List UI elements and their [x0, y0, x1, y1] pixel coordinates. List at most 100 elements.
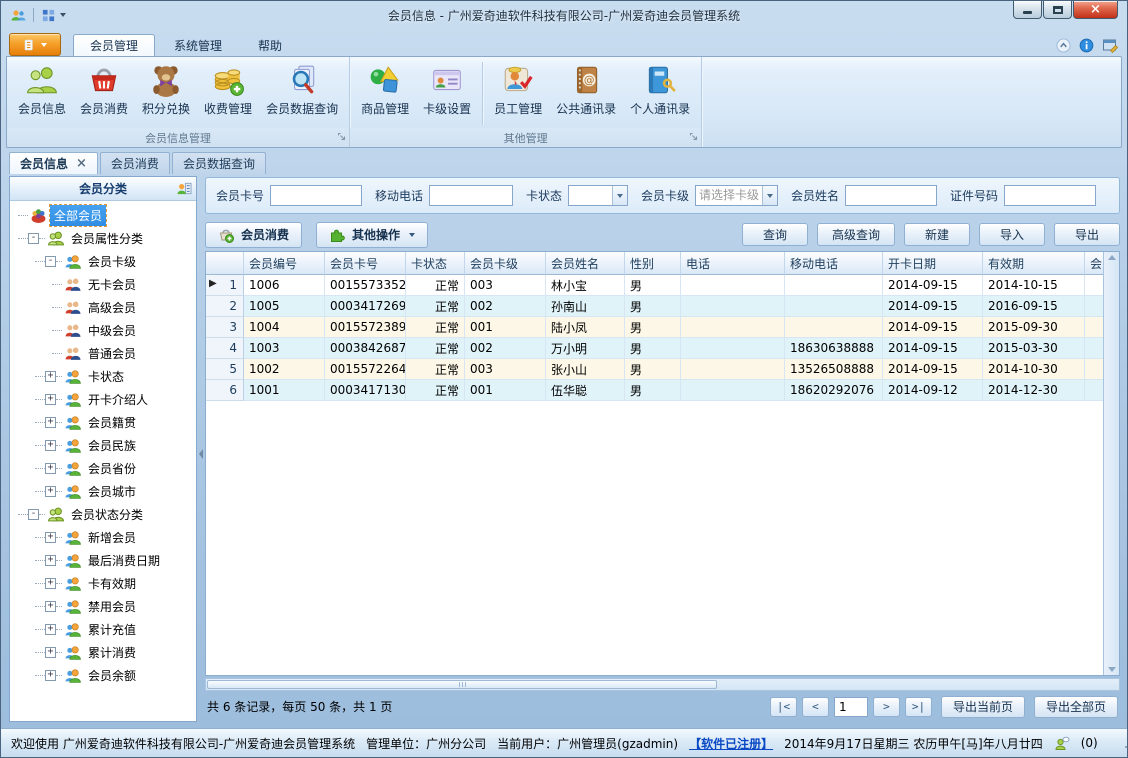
grid-cell[interactable]: 2014-09-15 [883, 317, 983, 338]
column-header-5[interactable]: 会员姓名 [546, 252, 625, 275]
last-page-button[interactable]: >| [904, 696, 932, 717]
grid-cell[interactable] [681, 380, 785, 401]
import-button[interactable]: 导入 [979, 223, 1045, 246]
column-header-8[interactable]: 移动电话 [785, 252, 883, 275]
grid-cell[interactable]: 13526508888 [785, 359, 883, 380]
tree-item[interactable]: + 会员余额 [12, 664, 196, 687]
category-settings-icon[interactable] [177, 181, 192, 196]
grid-cell[interactable]: 张小山 [546, 359, 625, 380]
column-header-4[interactable]: 会员卡级 [465, 252, 546, 275]
next-page-button[interactable]: > [872, 696, 900, 717]
grid-cell[interactable] [1085, 275, 1103, 296]
column-header-10[interactable]: 有效期 [983, 252, 1085, 275]
ribbon-tab-active[interactable]: 会员管理 [73, 34, 156, 56]
table-row[interactable]: 2 1005 0003417269 正常 002 孙南山男 2014-09-15 2016-0… [206, 296, 1103, 317]
collapse-sidebar-icon[interactable] [199, 449, 203, 459]
grid-cell[interactable] [785, 275, 883, 296]
tree-expand-box[interactable]: + [45, 624, 56, 635]
ribbon-button[interactable]: 收费管理 [197, 59, 259, 128]
grid-cell[interactable]: 男 [625, 359, 681, 380]
column-header-2[interactable]: 会员卡号 [325, 252, 406, 275]
dialog-launcher-icon[interactable] [337, 130, 346, 144]
document-tab[interactable]: 会员消费 [99, 152, 170, 174]
member-card-no-input[interactable] [270, 185, 363, 206]
first-page-button[interactable]: |< [769, 696, 797, 717]
column-header-11[interactable]: 会员 [1085, 252, 1103, 275]
prev-page-button[interactable]: < [801, 696, 829, 717]
tree-item[interactable]: - 会员状态分类 [12, 503, 196, 526]
close-button[interactable]: × [1073, 1, 1118, 19]
column-header-indicator[interactable] [206, 252, 244, 275]
minimize-button[interactable] [1013, 1, 1042, 19]
maximize-button[interactable] [1043, 1, 1072, 19]
chevron-down-icon[interactable] [761, 186, 777, 205]
grid-cell[interactable]: 林小宝 [546, 275, 625, 296]
grid-cell[interactable]: 1003 [244, 338, 325, 359]
quick-access-caret-icon[interactable] [60, 13, 66, 17]
column-header-9[interactable]: 开卡日期 [883, 252, 983, 275]
grid-cell[interactable] [1085, 317, 1103, 338]
ribbon-button[interactable]: 积分兑换 [135, 59, 197, 128]
row-indicator-cell[interactable]: 3 [206, 317, 244, 338]
grid-cell[interactable]: 1005 [244, 296, 325, 317]
ribbon-button[interactable]: 会员数据查询 [259, 59, 345, 128]
grid-cell[interactable]: 0015573352 [325, 275, 406, 296]
export-current-page-button[interactable]: 导出当前页 [940, 695, 1025, 718]
advanced-query-button[interactable]: 高级查询 [816, 223, 895, 246]
column-header-7[interactable]: 电话 [681, 252, 785, 275]
grid-cell[interactable]: 002 [465, 296, 546, 317]
tree-item[interactable]: - 会员卡级 [12, 250, 196, 273]
tree-item[interactable]: + 会员城市 [12, 480, 196, 503]
tree-item[interactable]: 高级会员 [12, 296, 196, 319]
close-tab-icon[interactable]: × [76, 157, 87, 170]
query-button[interactable]: 查询 [741, 223, 808, 246]
grid-cell[interactable]: 1002 [244, 359, 325, 380]
grid-cell[interactable]: 0015572264 [325, 359, 406, 380]
grid-cell[interactable]: 男 [625, 380, 681, 401]
table-row[interactable]: ▶ 1 1006 0015573352 正常 003 林小宝男 2014-09-15 2014-… [206, 275, 1103, 296]
grid-horizontal-scrollbar[interactable] [205, 678, 1120, 691]
grid-cell[interactable]: 2014-09-12 [883, 380, 983, 401]
grid-cell[interactable]: 1004 [244, 317, 325, 338]
ribbon-button[interactable]: 个人通讯录 [623, 59, 697, 128]
grid-cell[interactable]: 2014-10-30 [983, 359, 1085, 380]
scroll-up-icon[interactable] [1107, 255, 1116, 260]
user-message-icon[interactable] [1054, 735, 1070, 751]
tree-item[interactable]: + 开卡介绍人 [12, 388, 196, 411]
table-row[interactable]: 4 1003 0003842687 正常 002 万小明男 18630638888 2014-… [206, 338, 1103, 359]
row-indicator-cell[interactable]: ▶ 1 [206, 275, 244, 296]
page-number-input[interactable] [833, 696, 868, 717]
grid-cell[interactable]: 孙南山 [546, 296, 625, 317]
ribbon-tab-inactive[interactable]: 帮助 [241, 34, 299, 56]
grid-cell[interactable]: 2014-09-15 [883, 338, 983, 359]
grid-cell[interactable]: 正常 [406, 296, 465, 317]
table-row[interactable]: 5 1002 0015572264 正常 003 张小山男 13526508888 2014-… [206, 359, 1103, 380]
tree-collapse-box[interactable]: - [28, 233, 39, 244]
grid-cell[interactable]: 18620292076 [785, 380, 883, 401]
tree-collapse-box[interactable]: - [45, 256, 56, 267]
sidebar-splitter[interactable] [197, 176, 205, 722]
grid-cell[interactable]: 男 [625, 275, 681, 296]
document-tab[interactable]: 会员信息 × [9, 152, 98, 174]
grid-cell[interactable]: 男 [625, 317, 681, 338]
tree-item[interactable]: + 累计消费 [12, 641, 196, 664]
grid-cell[interactable]: 2014-09-15 [883, 275, 983, 296]
grid-cell[interactable] [1085, 296, 1103, 317]
tree-expand-box[interactable]: + [45, 486, 56, 497]
application-button[interactable] [9, 33, 61, 56]
grid-cell[interactable]: 男 [625, 296, 681, 317]
grid-cell[interactable]: 2014-10-15 [983, 275, 1085, 296]
ribbon-button[interactable]: 卡级设置 [416, 59, 478, 128]
resize-grip[interactable] [1124, 737, 1127, 749]
grid-cell[interactable] [681, 338, 785, 359]
grid-cell[interactable]: 0003842687 [325, 338, 406, 359]
tree-item[interactable]: + 禁用会员 [12, 595, 196, 618]
row-indicator-cell[interactable]: 2 [206, 296, 244, 317]
grid-cell[interactable]: 正常 [406, 380, 465, 401]
grid-cell[interactable] [681, 359, 785, 380]
document-tab[interactable]: 会员数据查询 [171, 152, 266, 174]
grid-cell[interactable]: 001 [465, 317, 546, 338]
tree-expand-box[interactable]: + [45, 371, 56, 382]
row-indicator-cell[interactable]: 4 [206, 338, 244, 359]
grid-cell[interactable]: 2014-12-30 [983, 380, 1085, 401]
